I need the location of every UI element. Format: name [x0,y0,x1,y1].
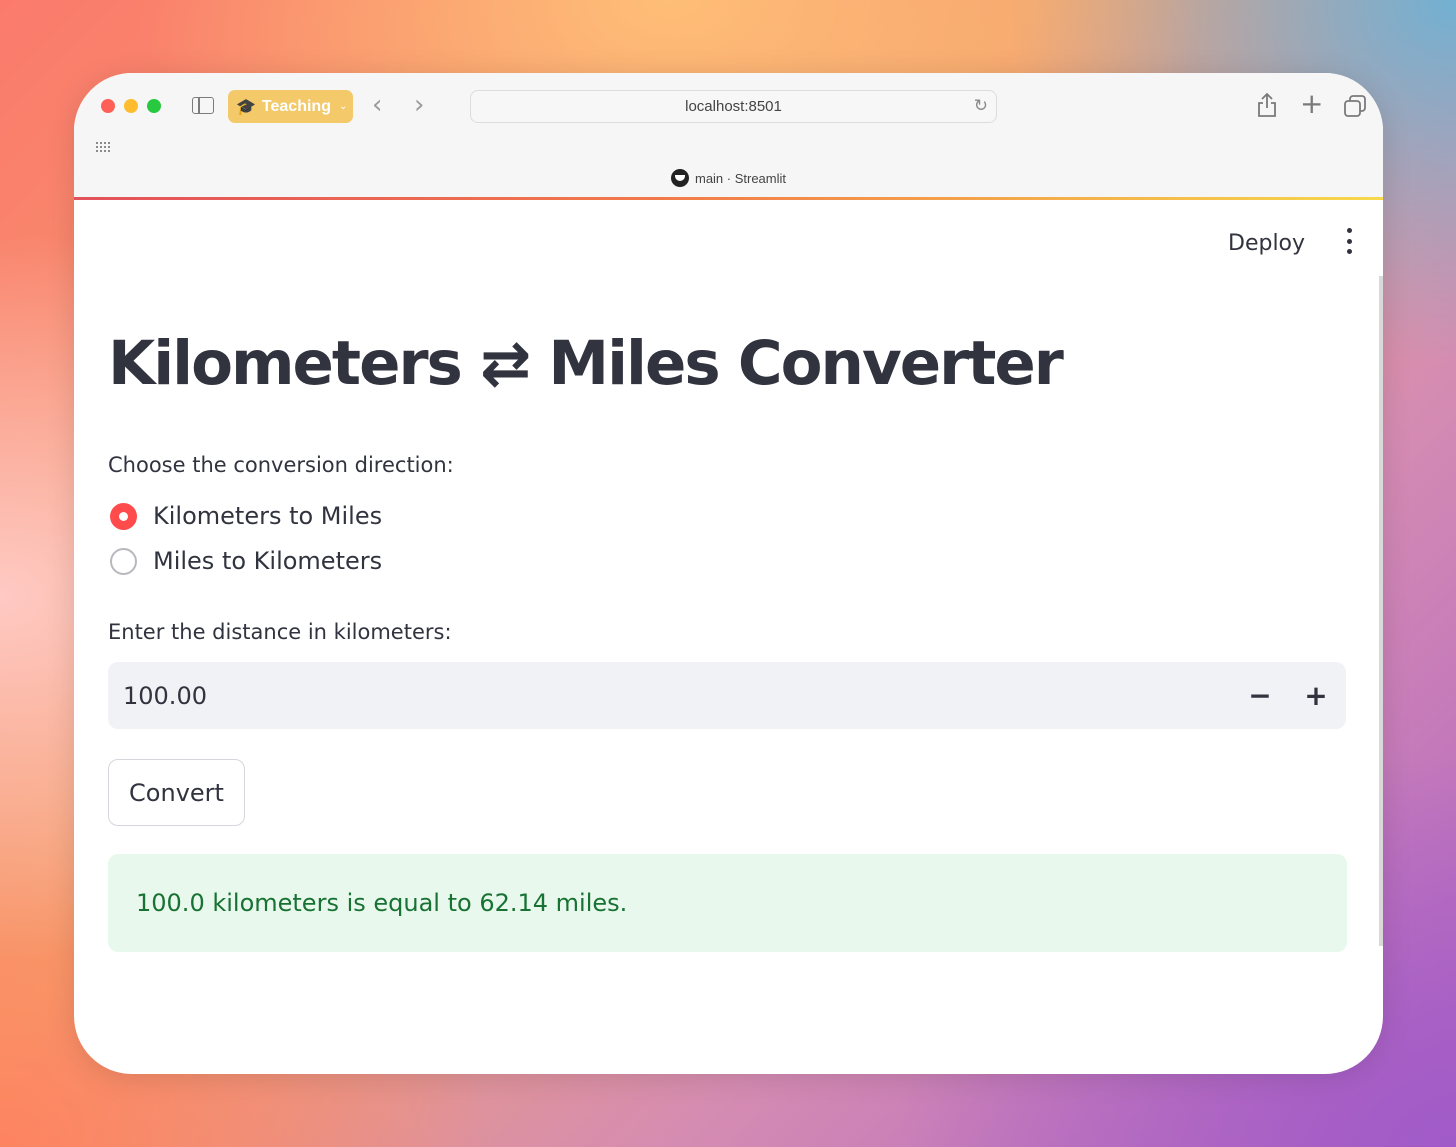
forward-button[interactable]: › [414,91,424,119]
minimize-window-button[interactable] [124,99,138,113]
grid-icon[interactable] [96,142,110,152]
success-alert: 100.0 kilometers is equal to 62.14 miles… [108,854,1347,952]
result-message: 100.0 kilometers is equal to 62.14 miles… [136,889,628,917]
address-bar[interactable]: localhost:8501 ↻ [470,90,997,123]
plus-icon[interactable]: + [1300,87,1323,120]
streamlit-app: Deploy Kilometers ⇄ Miles Converter Choo… [74,200,1383,1074]
browser-toolbar: 🎓 Teaching ⌄ ‹ › localhost:8501 ↻ + main… [74,73,1383,197]
profile-switcher[interactable]: 🎓 Teaching ⌄ [228,90,353,123]
browser-window: 🎓 Teaching ⌄ ‹ › localhost:8501 ↻ + main… [74,73,1383,1074]
distance-number-input: − + [108,662,1346,729]
chevron-down-icon: ⌄ [338,101,348,112]
zoom-window-button[interactable] [147,99,161,113]
kebab-menu-icon[interactable] [1337,226,1361,256]
number-input-label: Enter the distance in kilometers: [108,620,452,644]
radio-option-km-to-miles[interactable]: Kilometers to Miles [110,502,382,530]
url-text: localhost:8501 [685,98,782,115]
tabs-overview-icon[interactable] [1344,95,1366,121]
close-window-button[interactable] [101,99,115,113]
reload-icon[interactable]: ↻ [974,96,988,116]
radio-option-miles-to-km[interactable]: Miles to Kilometers [110,547,382,575]
streamlit-favicon [670,169,689,187]
profile-label: Teaching [261,97,331,115]
chevron-right-icon: › [414,90,425,120]
back-button[interactable]: ‹ [372,91,382,119]
tab-title-text: main · Streamlit [694,170,787,186]
radio-button-selected[interactable] [110,502,137,530]
radio-option-label: Miles to Kilometers [153,547,383,575]
tab-title[interactable]: main · Streamlit [74,169,1383,187]
chevron-left-icon: ‹ [372,90,383,120]
distance-input-field[interactable] [123,662,1123,729]
increment-button[interactable]: + [1288,662,1344,729]
graduation-cap-icon: 🎓 [236,97,256,116]
convert-button[interactable]: Convert [108,759,245,826]
scrollbar[interactable] [1379,276,1383,946]
radio-option-label: Kilometers to Miles [153,502,383,530]
radio-group-label: Choose the conversion direction: [108,453,454,477]
sidebar-toggle-icon[interactable] [192,97,214,114]
share-icon[interactable] [1257,92,1277,122]
page-title: Kilometers ⇄ Miles Converter [108,328,1064,399]
radio-button-unselected[interactable] [110,547,137,575]
deploy-button[interactable]: Deploy [1216,225,1317,262]
decrement-button[interactable]: − [1232,662,1288,729]
